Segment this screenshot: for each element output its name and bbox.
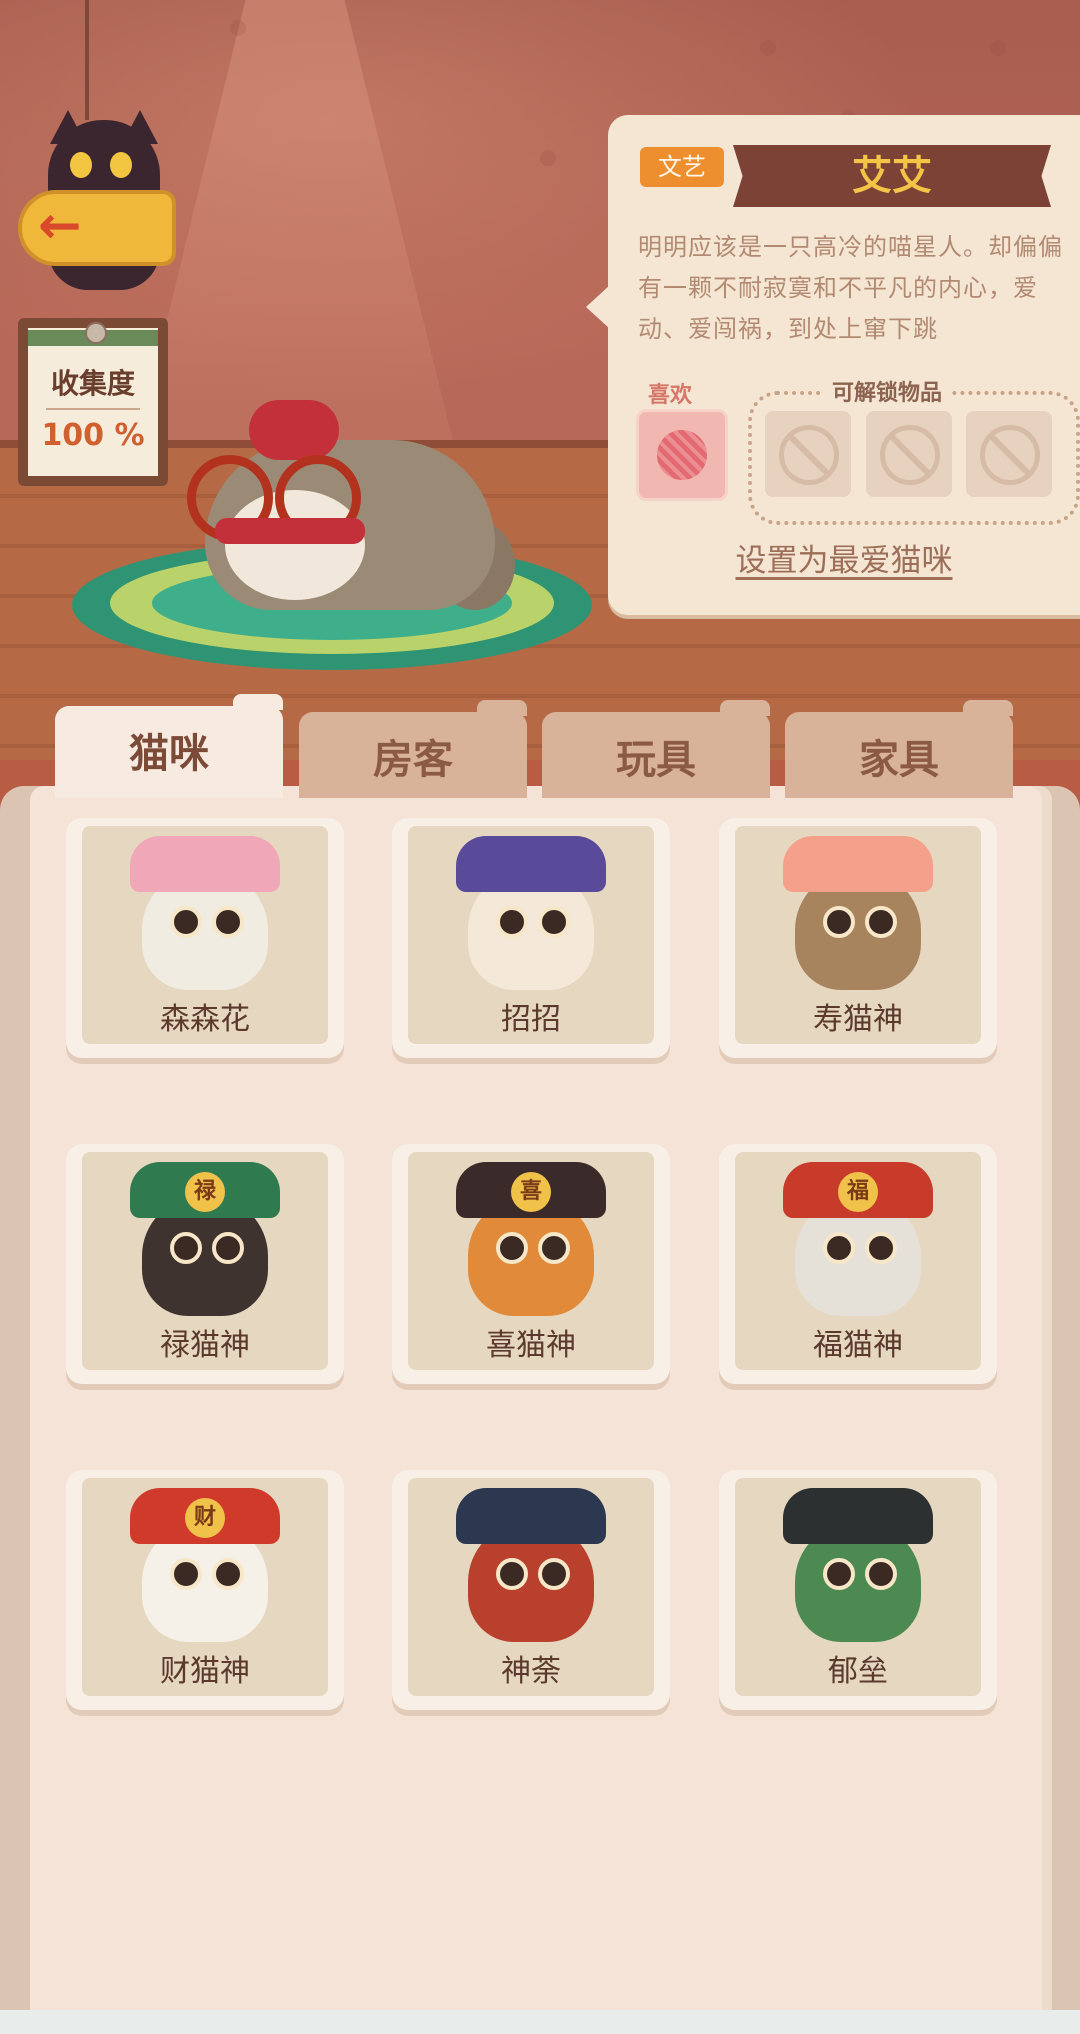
cat-card[interactable]: 福福猫神 <box>719 1144 997 1384</box>
back-button[interactable]: ← <box>18 110 193 300</box>
cat-info-card: 文艺 艾艾 明明应该是一只高冷的喵星人。却偏偏有一颗不耐寂寞和不平凡的内心，爱动… <box>586 115 1080 615</box>
cat-card[interactable]: 喜喜猫神 <box>392 1144 670 1384</box>
collection-card: 收集度 100 % <box>18 318 168 486</box>
unlockable-items-label: 可解锁物品 <box>822 375 953 407</box>
cat-card[interactable]: 禄禄猫神 <box>66 1144 344 1384</box>
hat-badge: 财 <box>185 1498 225 1538</box>
cat-card-name: 森森花 <box>160 1002 250 1037</box>
cat-card[interactable]: 神荼 <box>392 1470 670 1710</box>
cat-card-name: 喜猫神 <box>486 1328 576 1363</box>
paw-print-decoration <box>230 20 246 36</box>
collection-title: 收集度 <box>50 367 135 400</box>
hanging-string <box>85 0 89 120</box>
cat-name: 艾艾 <box>852 153 932 199</box>
cat-card[interactable]: 森森花 <box>66 818 344 1058</box>
paw-print-decoration <box>540 150 556 166</box>
cat-card-name: 郁垒 <box>828 1654 888 1689</box>
cat-headwear <box>130 836 280 892</box>
unlock-slot-3[interactable] <box>966 411 1052 497</box>
scarf-icon <box>215 518 365 544</box>
cat-card[interactable]: 招招 <box>392 818 670 1058</box>
cat-headwear <box>783 836 933 892</box>
locked-icon <box>980 425 1040 485</box>
unlock-slot-2[interactable] <box>866 411 952 497</box>
hat-badge: 禄 <box>185 1172 225 1212</box>
cat-card-name: 福猫神 <box>813 1328 903 1363</box>
cat-card-name: 禄猫神 <box>160 1328 250 1363</box>
selected-cat-illustration[interactable] <box>187 400 515 610</box>
paw-print-decoration <box>990 40 1006 56</box>
cat-headwear <box>456 836 606 892</box>
arrow-left-icon: ← <box>38 196 82 256</box>
tab-tenants[interactable]: 房客 <box>299 700 527 798</box>
liked-item[interactable] <box>636 409 728 501</box>
tab-cats[interactable]: 猫咪 <box>55 694 283 798</box>
system-bottom-bar <box>0 2010 1080 2034</box>
personality-tag: 文艺 <box>640 147 724 187</box>
tab-furniture[interactable]: 家具 <box>785 700 1013 798</box>
cat-card[interactable]: 寿猫神 <box>719 818 997 1058</box>
hat-badge: 福 <box>838 1172 878 1212</box>
locked-icon <box>880 425 940 485</box>
set-favorite-link[interactable]: 设置为最爱猫咪 <box>608 535 1080 580</box>
pin-icon <box>85 322 107 344</box>
cat-card-name: 招招 <box>501 1002 561 1037</box>
cat-headwear <box>456 1488 606 1544</box>
unlock-slot-1[interactable] <box>765 411 851 497</box>
cat-card-name: 寿猫神 <box>813 1002 903 1037</box>
cat-card[interactable]: 郁垒 <box>719 1470 997 1710</box>
paw-print-decoration <box>760 40 776 56</box>
yarn-ball-icon <box>657 430 707 480</box>
cat-card-name: 神荼 <box>501 1654 561 1689</box>
likes-label: 喜欢 <box>648 383 693 408</box>
cat-card-name: 财猫神 <box>160 1654 250 1689</box>
collection-value: 100 % <box>41 418 145 453</box>
tab-toys[interactable]: 玩具 <box>542 700 770 798</box>
hat-badge: 喜 <box>511 1172 551 1212</box>
cat-description: 明明应该是一只高冷的喵星人。却偏偏有一颗不耐寂寞和不平凡的内心，爱动、爱闯祸，到… <box>638 233 1063 343</box>
locked-icon <box>779 425 839 485</box>
cat-headwear <box>783 1488 933 1544</box>
cat-card[interactable]: 财财猫神 <box>66 1470 344 1710</box>
bow-icon <box>249 400 339 460</box>
